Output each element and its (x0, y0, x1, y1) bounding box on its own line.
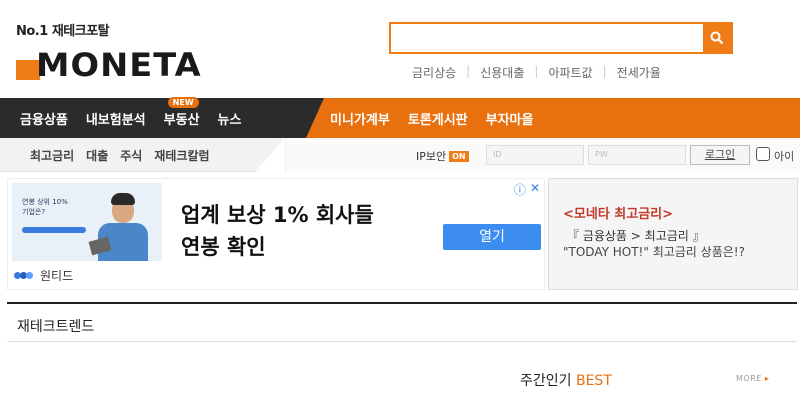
promo-title: <모네타 최고금리> (563, 207, 674, 222)
id-field[interactable]: ID (486, 145, 584, 165)
more-link[interactable]: MORE ▸ (736, 374, 769, 383)
save-id-checkbox[interactable] (756, 147, 770, 161)
ad-image-text: 연봉 상위 10% 기업은? (22, 197, 68, 217)
main-nav: 금융상품 내보험분석 NEW 부동산 뉴스 미니가계부 토론게시판 부자마을 (0, 96, 800, 138)
save-id-label: 아이 (774, 150, 795, 163)
search-icon (710, 31, 724, 45)
nav-real-estate[interactable]: NEW 부동산 (163, 96, 200, 128)
more-label: MORE (736, 374, 762, 383)
person-hair (111, 193, 135, 205)
best-highlight: BEST (575, 373, 612, 389)
ip-security-state: ON (449, 151, 469, 162)
weekly-best-heading: 주간인기 BEST (520, 370, 612, 390)
search-input[interactable] (391, 24, 703, 52)
nav-discussion-board[interactable]: 토론게시판 (408, 109, 468, 128)
divider-slant (255, 138, 285, 172)
search-box (389, 22, 733, 54)
section-divider-light (7, 341, 797, 342)
main-nav-primary: 금융상품 내보험분석 NEW 부동산 뉴스 (0, 96, 324, 138)
main-nav-secondary: 미니가계부 토론게시판 부자마을 (306, 98, 800, 138)
keyword-link[interactable]: 신용대출 (470, 64, 534, 81)
logo-text: MONETA (36, 46, 202, 84)
nav-financial-products[interactable]: 금융상품 (20, 109, 68, 128)
password-field[interactable]: PW (588, 145, 686, 165)
new-badge: NEW (167, 96, 199, 108)
nav-mini-ledger[interactable]: 미니가계부 (330, 109, 390, 128)
subnav-top-rate[interactable]: 최고금리 (30, 147, 74, 164)
logo-area[interactable]: No.1 재테크포탈 MONETA (16, 20, 201, 82)
subnav-stock[interactable]: 주식 (120, 147, 142, 164)
tagline: No.1 재테크포탈 (16, 24, 110, 39)
wanted-logo-icon (14, 271, 34, 280)
promo-breadcrumb: 『 금융상품 > 최고금리 』 (567, 229, 705, 243)
ip-security-label: IP보안 (416, 150, 447, 163)
best-prefix: 주간인기 (520, 373, 572, 389)
section-title: 재테크트렌드 (17, 319, 95, 335)
ip-security-toggle[interactable]: IP보안 ON (416, 148, 469, 164)
ad-image: 연봉 상위 10% 기업은? (12, 183, 162, 261)
nav-insurance-analysis[interactable]: 내보험분석 (86, 109, 146, 128)
sub-nav: 최고금리 대출 주식 재테크칼럼 (30, 147, 222, 164)
ad-open-button[interactable]: 열기 (443, 224, 541, 250)
keyword-link[interactable]: 전세가율 (607, 64, 671, 81)
promo-box[interactable]: <모네타 최고금리> 『 금융상품 > 최고금리 』 "TODAY HOT!" … (548, 178, 798, 290)
keyword-link[interactable]: 금리상승 (402, 64, 466, 81)
ad-controls: ⓘ ✕ (510, 181, 540, 198)
subnav-column[interactable]: 재테크칼럼 (154, 147, 209, 164)
popular-keywords: 금리상승 | 신용대출 | 아파트값 | 전세가율 (402, 64, 671, 81)
ad-image-bar (22, 227, 86, 233)
keyword-link[interactable]: 아파트값 (538, 64, 602, 81)
ad-image-text-line: 기업은? (22, 208, 46, 216)
nav-real-estate-label: 부동산 (163, 112, 200, 128)
nav-news[interactable]: 뉴스 (218, 109, 242, 128)
ad-banner[interactable]: 연봉 상위 10% 기업은? 원티드 업계 보상 1% 회사들 연봉 확인 열기… (7, 178, 545, 290)
close-icon[interactable]: ✕ (530, 181, 540, 198)
ad-headline-line: 업계 보상 1% 회사들 (181, 203, 374, 227)
chevron-right-icon: ▸ (764, 374, 770, 383)
ad-headline: 업계 보상 1% 회사들 연봉 확인 (181, 199, 374, 263)
subnav-loan[interactable]: 대출 (86, 147, 108, 164)
login-button[interactable]: 로그인 (690, 145, 750, 165)
login-area: IP보안 ON ID PW 로그인 아이 (286, 138, 800, 172)
ad-headline-line: 연봉 확인 (181, 235, 266, 259)
ad-image-text-line: 연봉 상위 10% (22, 198, 68, 206)
nav-rich-village[interactable]: 부자마을 (486, 109, 534, 128)
ad-brand-name: 원티드 (40, 269, 74, 283)
section-divider (7, 302, 797, 304)
info-icon[interactable]: ⓘ (514, 181, 526, 198)
promo-text: "TODAY HOT!" 최고금리 상품은!? (563, 245, 745, 259)
moneta-logo[interactable]: MONETA (16, 42, 216, 82)
search-button[interactable] (703, 24, 731, 52)
sub-nav-bar: 최고금리 대출 주식 재테크칼럼 IP보안 ON ID PW 로그인 아이 (0, 138, 800, 172)
ad-brand: 원티드 (14, 267, 73, 284)
